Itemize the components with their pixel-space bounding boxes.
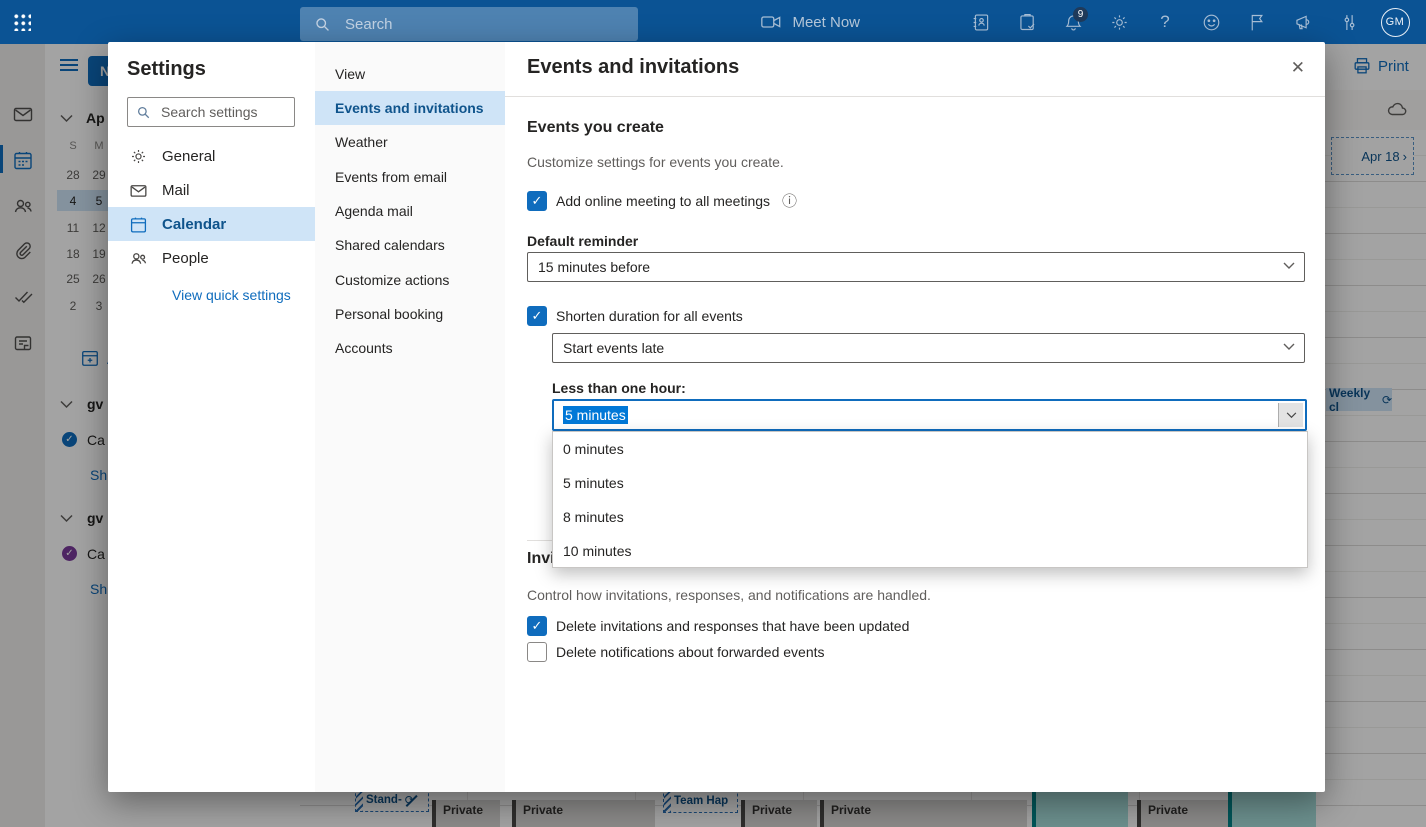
chevron-down-icon	[1283, 262, 1295, 270]
search-input[interactable]	[343, 15, 583, 34]
delete-updated-row: ✓ Delete invitations and responses that …	[527, 616, 909, 636]
settings-search-box[interactable]	[127, 97, 295, 127]
shorten-duration-row: ✓ Shorten duration for all events	[527, 306, 743, 326]
option-0-minutes[interactable]: 0 minutes	[553, 432, 1307, 466]
meet-now-button[interactable]: Meet Now	[760, 0, 860, 44]
notifications-bell-icon[interactable]: 9	[1050, 0, 1096, 44]
settings-category-people[interactable]: People	[108, 241, 315, 275]
add-online-meeting-row: ✓ Add online meeting to all meetings ⓘ	[527, 190, 797, 211]
shorten-duration-checkbox[interactable]: ✓	[527, 306, 547, 326]
category-label: People	[162, 250, 209, 267]
section-view[interactable]: View	[315, 57, 505, 91]
panel-title: Events and invitations	[527, 56, 739, 79]
checkbox-label: Shorten duration for all events	[556, 308, 743, 324]
duration-dropdown-list: 0 minutes 5 minutes 8 minutes 10 minutes	[552, 431, 1308, 568]
meet-now-label: Meet Now	[792, 14, 860, 31]
settings-dialog: Settings General Mail Calendar People	[108, 42, 1325, 792]
app-launcher-waffle-icon[interactable]	[0, 0, 45, 44]
settings-gear-icon[interactable]	[1096, 0, 1142, 44]
select-value: 15 minutes before	[538, 259, 650, 275]
chevron-down-icon	[1283, 343, 1295, 351]
people-icon	[129, 249, 148, 268]
section-agenda-mail[interactable]: Agenda mail	[315, 194, 505, 228]
settings-detail-pane: Events and invitations ✕ Events you crea…	[505, 42, 1325, 792]
select-value: Start events late	[563, 340, 664, 356]
mail-icon	[129, 181, 148, 200]
category-label: Calendar	[162, 216, 226, 233]
option-10-minutes[interactable]: 10 minutes	[553, 534, 1307, 568]
invitations-description: Control how invitations, responses, and …	[527, 587, 931, 603]
delete-updated-checkbox[interactable]: ✓	[527, 616, 547, 636]
default-reminder-label: Default reminder	[527, 233, 638, 249]
search-icon	[136, 105, 151, 120]
tasks-clipboard-icon[interactable]	[1004, 0, 1050, 44]
settings-title: Settings	[127, 58, 206, 81]
suite-header: Meet Now 9 ?	[0, 0, 1426, 44]
delete-forwarded-row: Delete notifications about forwarded eve…	[527, 642, 825, 662]
events-you-create-description: Customize settings for events you create…	[527, 154, 784, 170]
default-reminder-select[interactable]: 15 minutes before	[527, 252, 1305, 282]
settings-category-calendar[interactable]: Calendar	[108, 207, 315, 241]
help-icon[interactable]: ?	[1142, 0, 1188, 44]
less-than-one-hour-select[interactable]: 5 minutes	[552, 399, 1307, 431]
add-online-meeting-checkbox[interactable]: ✓	[527, 191, 547, 211]
shorten-type-select[interactable]: Start events late	[552, 333, 1305, 363]
section-accounts[interactable]: Accounts	[315, 331, 505, 365]
settings-category-pane: Settings General Mail Calendar People	[108, 42, 315, 792]
view-quick-settings-link[interactable]: View quick settings	[172, 287, 291, 303]
less-than-one-hour-label: Less than one hour:	[552, 380, 686, 396]
calendar-icon	[129, 215, 148, 234]
section-weather[interactable]: Weather	[315, 125, 505, 159]
settings-search-input[interactable]	[159, 103, 274, 121]
gear-icon	[129, 147, 148, 166]
events-you-create-heading: Events you create	[527, 119, 664, 137]
section-events-from-email[interactable]: Events from email	[315, 160, 505, 194]
settings-category-general[interactable]: General	[108, 139, 315, 173]
notification-count-badge: 9	[1073, 7, 1088, 22]
close-icon[interactable]: ✕	[1291, 58, 1305, 78]
outlook-calendar-screen: N Ap S M 28 29 4 5 11 12 18 19 25 26 2 3…	[0, 0, 1426, 827]
delete-forwarded-checkbox[interactable]	[527, 642, 547, 662]
option-5-minutes[interactable]: 5 minutes	[553, 466, 1307, 500]
feedback-smiley-icon[interactable]	[1188, 0, 1234, 44]
category-label: General	[162, 148, 215, 165]
header-divider	[505, 96, 1325, 97]
checkbox-label: Delete invitations and responses that ha…	[556, 618, 909, 634]
info-icon[interactable]: ⓘ	[782, 190, 797, 211]
select-dropdown-button[interactable]	[1278, 403, 1303, 427]
option-8-minutes[interactable]: 8 minutes	[553, 500, 1307, 534]
search-bar[interactable]	[300, 7, 638, 41]
select-value-highlighted: 5 minutes	[563, 406, 628, 424]
video-camera-icon	[760, 11, 782, 33]
section-shared-calendars[interactable]: Shared calendars	[315, 228, 505, 262]
address-book-icon[interactable]	[958, 0, 1004, 44]
category-label: Mail	[162, 182, 190, 199]
avatar-initials: GM	[1386, 16, 1405, 28]
account-avatar[interactable]: GM	[1372, 0, 1418, 44]
settings-section-pane: View Events and invitations Weather Even…	[315, 42, 505, 792]
flag-icon[interactable]	[1234, 0, 1280, 44]
section-personal-booking[interactable]: Personal booking	[315, 297, 505, 331]
toolbar-tune-icon[interactable]	[1326, 0, 1372, 44]
whats-new-megaphone-icon[interactable]	[1280, 0, 1326, 44]
settings-category-mail[interactable]: Mail	[108, 173, 315, 207]
section-events-and-invitations[interactable]: Events and invitations	[315, 91, 505, 125]
checkbox-label: Delete notifications about forwarded eve…	[556, 644, 825, 660]
section-customize-actions[interactable]: Customize actions	[315, 263, 505, 297]
checkbox-label: Add online meeting to all meetings	[556, 193, 770, 209]
search-icon	[314, 16, 331, 33]
